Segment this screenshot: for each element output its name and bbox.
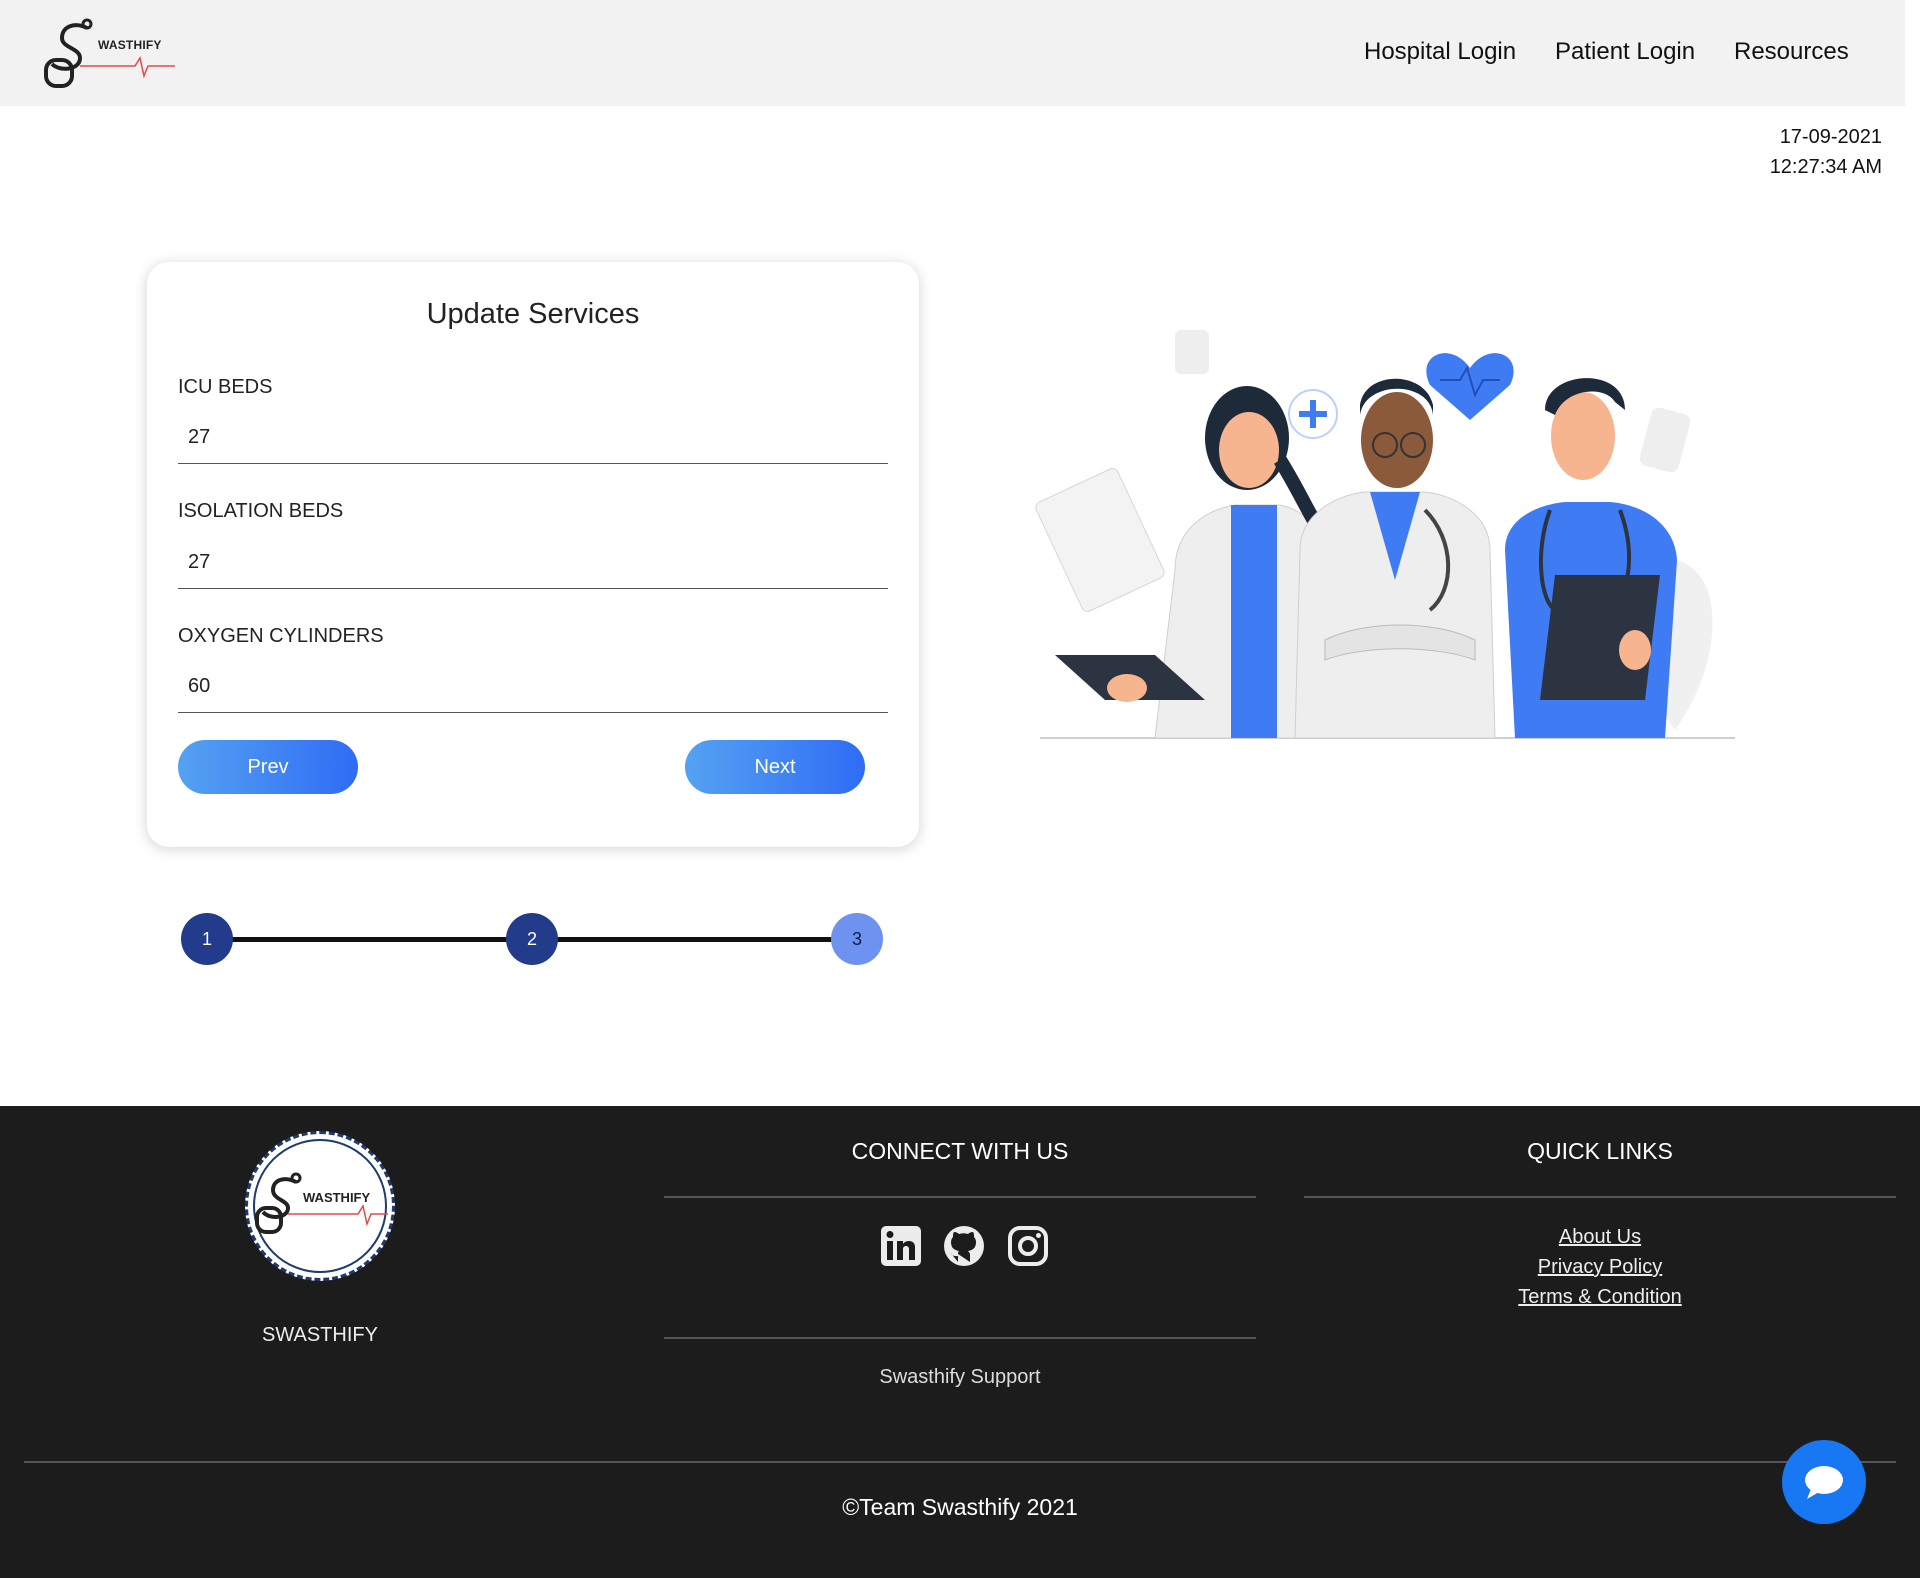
nav-hospital-login[interactable]: Hospital Login <box>1364 38 1516 66</box>
icu-beds-input[interactable] <box>178 412 888 464</box>
step-3[interactable]: 3 <box>831 913 883 965</box>
nav-patient-login[interactable]: Patient Login <box>1555 38 1695 66</box>
stethoscope-icon <box>44 18 175 88</box>
chat-bubble-icon <box>1805 1466 1843 1499</box>
quick-links-divider <box>1304 1196 1896 1198</box>
step-2[interactable]: 2 <box>506 913 558 965</box>
oxygen-cylinders-input[interactable] <box>178 661 888 713</box>
doctors-illustration <box>1035 330 1735 739</box>
terms-condition-link[interactable]: Terms & Condition <box>1304 1286 1896 1309</box>
site-header: WASTHIFY Hospital Login Patient Login Re… <box>0 0 1905 106</box>
support-link[interactable]: Swasthify Support <box>664 1366 1256 1389</box>
connect-heading: CONNECT WITH US <box>851 1138 1069 1164</box>
oxygen-cylinders-label: OXYGEN CYLINDERS <box>178 625 384 647</box>
copyright-text: ©Team Swasthify 2021 <box>842 1494 1078 1520</box>
current-date: 17-09-2021 <box>1779 126 1882 148</box>
prev-button[interactable]: Prev <box>178 740 358 794</box>
stethoscope-icon <box>255 1172 388 1234</box>
datetime-display: 17-09-2021 12:27:34 AM <box>1770 122 1882 182</box>
privacy-policy-link[interactable]: Privacy Policy <box>1304 1256 1896 1279</box>
current-time: 12:27:34 AM <box>1769 156 1882 178</box>
step-1[interactable]: 1 <box>181 913 233 965</box>
github-icon[interactable] <box>942 1224 986 1268</box>
linkedin-icon[interactable] <box>879 1224 923 1268</box>
brand-logo[interactable]: WASTHIFY <box>40 18 180 90</box>
thumbs-up-icon <box>1175 330 1209 374</box>
footer-logo[interactable]: WASTHIFY <box>245 1131 395 1281</box>
quick-links-heading: QUICK LINKS <box>1527 1138 1673 1164</box>
isolation-beds-input[interactable] <box>178 537 888 589</box>
chat-button[interactable] <box>1782 1440 1866 1524</box>
footer-brand: SWASTHIFY <box>262 1324 378 1346</box>
next-button[interactable]: Next <box>685 740 865 794</box>
icu-beds-label: ICU BEDS <box>178 376 273 398</box>
site-footer: WASTHIFY SWASTHIFY CONNECT WITH US Swast… <box>0 1106 1920 1578</box>
about-us-link[interactable]: About Us <box>1304 1226 1896 1249</box>
instagram-icon[interactable] <box>1006 1224 1050 1268</box>
support-divider <box>664 1337 1256 1339</box>
connect-divider <box>664 1196 1256 1198</box>
isolation-beds-label: ISOLATION BEDS <box>178 500 344 522</box>
nav-resources[interactable]: Resources <box>1734 38 1849 66</box>
footer-logo-text: WASTHIFY <box>303 1190 371 1205</box>
brand-logo-text: WASTHIFY <box>98 38 162 52</box>
footer-bottom-divider <box>24 1461 1896 1463</box>
card-title: Update Services <box>426 298 640 330</box>
update-services-card: Update Services ICU BEDS ISOLATION BEDS … <box>147 262 919 847</box>
